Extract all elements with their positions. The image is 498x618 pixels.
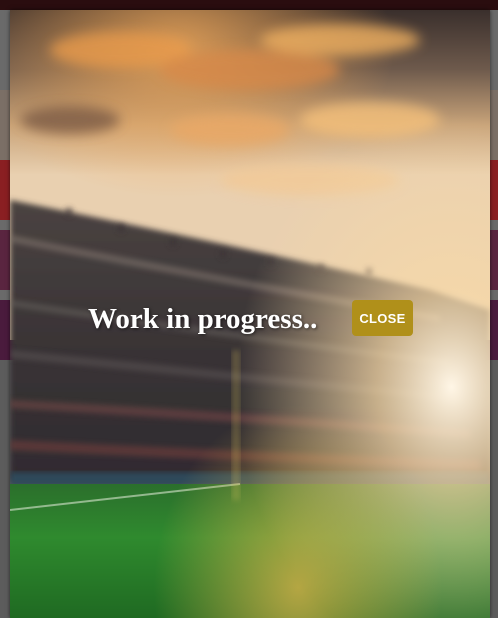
work-in-progress-modal: Work in progress.. CLOSE	[10, 10, 490, 618]
page-top-bar	[0, 0, 498, 10]
viewport: Work in progress.. CLOSE	[0, 0, 498, 618]
modal-content: Work in progress.. CLOSE	[10, 299, 490, 339]
modal-title: Work in progress..	[88, 303, 318, 335]
close-button[interactable]: CLOSE	[352, 300, 413, 336]
